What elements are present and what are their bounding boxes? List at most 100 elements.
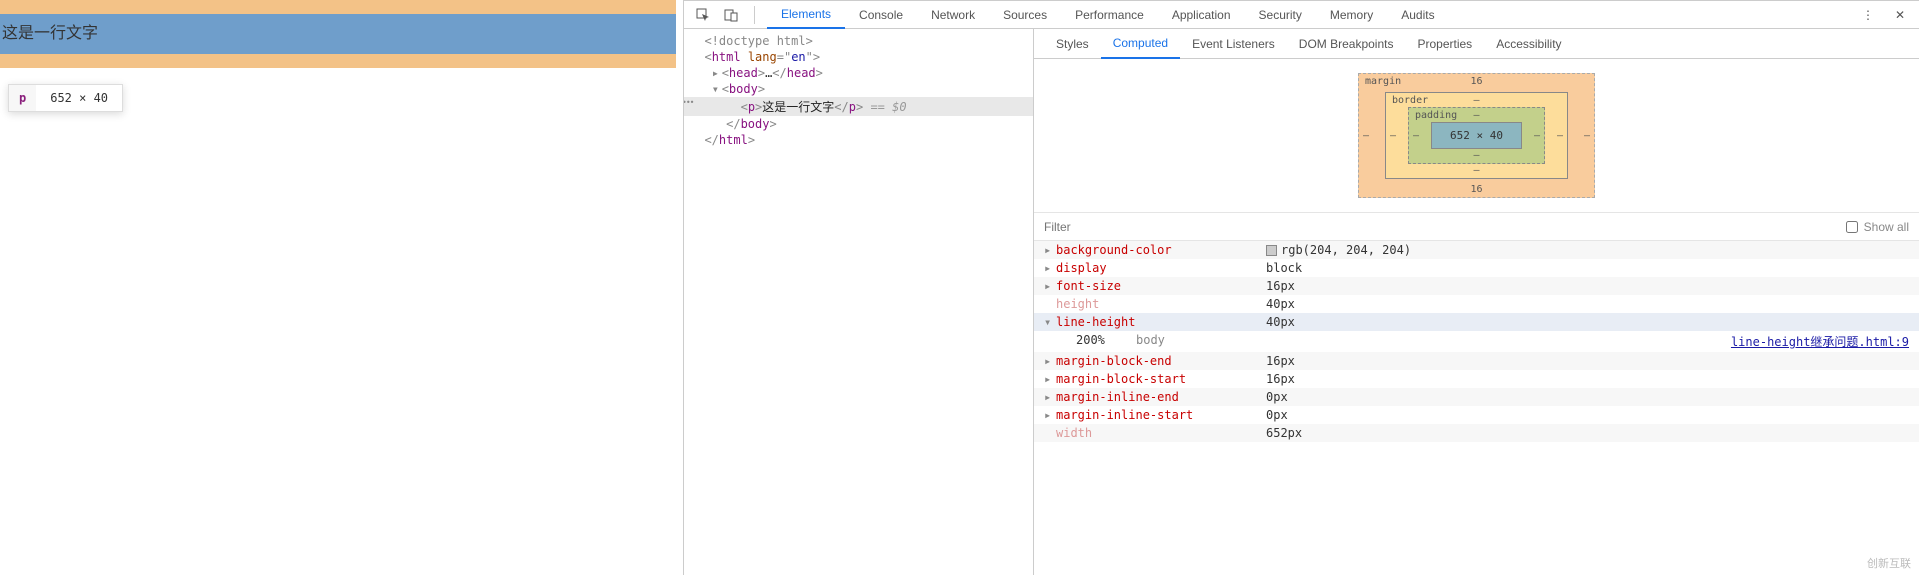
side-tab-styles[interactable]: Styles bbox=[1044, 29, 1101, 59]
tab-network[interactable]: Network bbox=[917, 1, 989, 29]
kebab-menu-icon[interactable]: ⋮ bbox=[1857, 4, 1879, 26]
close-icon[interactable]: ✕ bbox=[1889, 4, 1911, 26]
body-margin-overlay: 这是一行文字 bbox=[0, 0, 676, 68]
tab-application[interactable]: Application bbox=[1158, 1, 1245, 29]
show-all-label: Show all bbox=[1864, 220, 1909, 234]
computed-property-name: height bbox=[1056, 297, 1266, 311]
computed-property-value: rgb(204, 204, 204) bbox=[1266, 243, 1411, 257]
computed-row-font-size[interactable]: ▸font-size16px bbox=[1034, 277, 1919, 295]
styles-side-panel: Styles Computed Event Listeners DOM Brea… bbox=[1034, 29, 1919, 575]
separator bbox=[754, 6, 755, 24]
computed-property-name: margin-inline-end bbox=[1056, 390, 1266, 404]
inspected-paragraph[interactable]: 这是一行文字 bbox=[0, 14, 676, 54]
computed-row-height[interactable]: height40px bbox=[1034, 295, 1919, 313]
margin-label: margin bbox=[1365, 76, 1401, 87]
computed-property-name: display bbox=[1056, 261, 1266, 275]
chevron-right-icon: ▸ bbox=[1044, 390, 1056, 404]
computed-row-width[interactable]: width652px bbox=[1034, 424, 1919, 442]
computed-property-name: font-size bbox=[1056, 279, 1266, 293]
tab-console[interactable]: Console bbox=[845, 1, 917, 29]
margin-top-value: 16 bbox=[1470, 76, 1482, 87]
devtools-toolbar: Elements Console Network Sources Perform… bbox=[684, 1, 1919, 29]
chevron-down-icon: ▾ bbox=[1044, 315, 1056, 329]
side-tab-dombreakpoints[interactable]: DOM Breakpoints bbox=[1287, 29, 1406, 59]
computed-property-value: 652px bbox=[1266, 426, 1302, 440]
computed-property-name: margin-inline-start bbox=[1056, 408, 1266, 422]
color-swatch-icon bbox=[1266, 245, 1277, 256]
computed-row-background-color[interactable]: ▸background-colorrgb(204, 204, 204) bbox=[1034, 241, 1919, 259]
computed-property-name: line-height bbox=[1056, 315, 1266, 329]
side-tab-computed[interactable]: Computed bbox=[1101, 29, 1180, 59]
side-tab-accessibility[interactable]: Accessibility bbox=[1484, 29, 1573, 59]
tab-memory[interactable]: Memory bbox=[1316, 1, 1387, 29]
border-top-value: – bbox=[1473, 95, 1479, 106]
computed-row-display[interactable]: ▸displayblock bbox=[1034, 259, 1919, 277]
filter-row: Show all bbox=[1034, 213, 1919, 241]
device-toggle-icon[interactable] bbox=[720, 4, 742, 26]
side-tab-properties[interactable]: Properties bbox=[1405, 29, 1484, 59]
margin-bottom-value: 16 bbox=[1470, 184, 1482, 195]
dom-head[interactable]: ▸<head>…</head> bbox=[684, 65, 1033, 81]
chevron-right-icon: ▸ bbox=[1044, 261, 1056, 275]
border-right-value: – bbox=[1557, 130, 1563, 141]
element-tooltip: p 652 × 40 bbox=[8, 84, 123, 112]
tab-elements[interactable]: Elements bbox=[767, 1, 845, 29]
padding-right-value: – bbox=[1534, 130, 1540, 141]
computed-property-value: 16px bbox=[1266, 279, 1295, 293]
cascade-value: 200% bbox=[1076, 333, 1136, 350]
computed-property-name: margin-block-start bbox=[1056, 372, 1266, 386]
computed-property-value: block bbox=[1266, 261, 1302, 275]
show-all-checkbox[interactable] bbox=[1846, 221, 1858, 233]
padding-left-value: – bbox=[1413, 130, 1419, 141]
box-model[interactable]: margin 16 16 – – border – – – – paddin bbox=[1034, 59, 1919, 213]
chevron-right-icon: ▸ bbox=[1044, 354, 1056, 368]
side-tabs: Styles Computed Event Listeners DOM Brea… bbox=[1034, 29, 1919, 59]
computed-row-margin-inline-start[interactable]: ▸margin-inline-start0px bbox=[1034, 406, 1919, 424]
chevron-right-icon: ▸ bbox=[1044, 408, 1056, 422]
tab-performance[interactable]: Performance bbox=[1061, 1, 1158, 29]
computed-property-value: 40px bbox=[1266, 315, 1295, 329]
chevron-right-icon: ▸ bbox=[1044, 372, 1056, 386]
computed-property-name: margin-block-end bbox=[1056, 354, 1266, 368]
computed-row-source[interactable]: 200%bodyline-height继承问题.html:9 bbox=[1034, 331, 1919, 352]
margin-right-value: – bbox=[1584, 130, 1590, 141]
padding-top-value: – bbox=[1473, 110, 1479, 121]
computed-property-value: 40px bbox=[1266, 297, 1295, 311]
tooltip-dimensions: 652 × 40 bbox=[36, 91, 122, 105]
elements-tree[interactable]: <!doctype html> <html lang="en"> ▸<head>… bbox=[684, 29, 1034, 575]
content-dimensions: 652 × 40 bbox=[1431, 122, 1522, 149]
computed-row-margin-block-start[interactable]: ▸margin-block-start16px bbox=[1034, 370, 1919, 388]
dom-html-close[interactable]: </html> bbox=[684, 132, 1033, 148]
tooltip-tagname: p bbox=[9, 85, 36, 111]
computed-row-line-height[interactable]: ▾line-height40px bbox=[1034, 313, 1919, 331]
dom-doctype[interactable]: <!doctype html> bbox=[684, 33, 1033, 49]
devtools-panel: Elements Console Network Sources Perform… bbox=[684, 0, 1919, 575]
source-link[interactable]: line-height继承问题.html:9 bbox=[1731, 333, 1909, 350]
computed-property-name: width bbox=[1056, 426, 1266, 440]
dom-body-close[interactable]: </body> bbox=[684, 116, 1033, 132]
tab-audits[interactable]: Audits bbox=[1387, 1, 1448, 29]
watermark: 创新互联 bbox=[1867, 555, 1911, 571]
margin-left-value: – bbox=[1363, 130, 1369, 141]
cascade-selector: body bbox=[1136, 333, 1731, 350]
border-bottom-value: – bbox=[1473, 165, 1479, 176]
rendered-page: 这是一行文字 p 652 × 40 bbox=[0, 0, 684, 575]
computed-property-value: 16px bbox=[1266, 354, 1295, 368]
dom-html-open[interactable]: <html lang="en"> bbox=[684, 49, 1033, 65]
computed-row-margin-block-end[interactable]: ▸margin-block-end16px bbox=[1034, 352, 1919, 370]
computed-property-name: background-color bbox=[1056, 243, 1266, 257]
tab-security[interactable]: Security bbox=[1245, 1, 1316, 29]
computed-property-value: 0px bbox=[1266, 390, 1288, 404]
inspect-icon[interactable] bbox=[692, 4, 714, 26]
padding-label: padding bbox=[1415, 110, 1457, 121]
side-tab-eventlisteners[interactable]: Event Listeners bbox=[1180, 29, 1287, 59]
dom-body-open[interactable]: ▾<body> bbox=[684, 81, 1033, 97]
computed-row-margin-inline-end[interactable]: ▸margin-inline-end0px bbox=[1034, 388, 1919, 406]
chevron-right-icon: ▸ bbox=[1044, 243, 1056, 257]
computed-properties-list[interactable]: ▸background-colorrgb(204, 204, 204)▸disp… bbox=[1034, 241, 1919, 575]
filter-input[interactable] bbox=[1044, 220, 1199, 234]
tab-sources[interactable]: Sources bbox=[989, 1, 1061, 29]
main-tabs: Elements Console Network Sources Perform… bbox=[767, 1, 1851, 29]
border-left-value: – bbox=[1390, 130, 1396, 141]
dom-selected-p[interactable]: <p>这是一行文字</p> == $0 bbox=[684, 97, 1033, 116]
